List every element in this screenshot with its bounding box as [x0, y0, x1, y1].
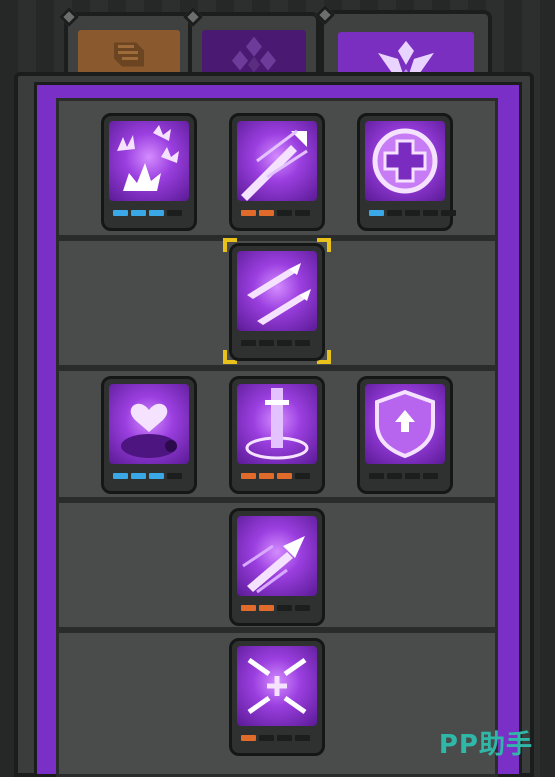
skill-level-pip-empty: [295, 473, 310, 479]
skill-level-pip-filled: [259, 473, 274, 479]
skill-card[interactable]: [101, 376, 197, 494]
skill-card[interactable]: [357, 376, 453, 494]
skill-level-pip-empty: [295, 735, 310, 741]
skill-level-pip-filled: [241, 473, 256, 479]
skill-card[interactable]: [229, 638, 325, 756]
tab-inventory[interactable]: [59, 7, 194, 80]
diamond-cluster-icon: [232, 36, 276, 73]
skill-card[interactable]: [229, 508, 325, 626]
piercing-arrow-icon: [237, 121, 317, 201]
skill-level-pip-empty: [423, 210, 438, 216]
skill-level-pips: [113, 210, 182, 216]
skill-level-pip-filled: [241, 735, 256, 741]
scroll-icon: [114, 42, 144, 67]
blade-storm-icon: [237, 646, 317, 726]
skill-level-pip-filled: [277, 473, 292, 479]
heart-boar-icon: [109, 384, 189, 464]
skill-level-pips: [369, 210, 456, 216]
skill-level-pips: [241, 605, 310, 611]
tab-gems[interactable]: [183, 7, 320, 80]
skill-level-pip-filled: [259, 210, 274, 216]
heal-cross-icon: [365, 121, 445, 201]
skill-level-pip-empty: [369, 473, 384, 479]
skill-level-pip-empty: [259, 340, 274, 346]
skill-level-pip-empty: [295, 605, 310, 611]
skill-level-pip-filled: [113, 473, 128, 479]
skill-level-pip-empty: [277, 605, 292, 611]
skill-level-pip-empty: [167, 473, 182, 479]
skill-card[interactable]: [101, 113, 197, 231]
skill-level-pip-empty: [241, 340, 256, 346]
skill-level-pip-empty: [295, 210, 310, 216]
skill-level-pip-empty: [277, 210, 292, 216]
skill-level-pip-empty: [387, 473, 402, 479]
skill-card[interactable]: [229, 113, 325, 231]
dash-strike-icon: [237, 516, 317, 596]
twin-blades-icon: [237, 251, 317, 331]
skill-level-pips: [369, 473, 438, 479]
skill-level-pip-filled: [241, 605, 256, 611]
skill-level-pip-empty: [167, 210, 182, 216]
skill-level-pip-empty: [423, 473, 438, 479]
skill-level-pip-filled: [259, 605, 274, 611]
skill-level-pips: [113, 473, 182, 479]
skill-level-pip-empty: [441, 210, 456, 216]
watermark-text: PP助手: [438, 730, 533, 760]
skill-level-pip-empty: [259, 735, 274, 741]
shield-up-icon: [365, 384, 445, 464]
skill-level-pip-empty: [277, 340, 292, 346]
skill-level-pip-empty: [405, 473, 420, 479]
skill-level-pips: [241, 340, 310, 346]
skill-card[interactable]: [357, 113, 456, 231]
skill-card-selected[interactable]: [229, 243, 325, 361]
skill-level-pip-filled: [113, 210, 128, 216]
skill-level-pip-empty: [295, 340, 310, 346]
skill-level-pips: [241, 735, 310, 741]
skill-level-pip-filled: [131, 210, 146, 216]
skill-level-pip-empty: [387, 210, 402, 216]
skill-level-pip-filled: [149, 473, 164, 479]
skill-level-pips: [241, 210, 310, 216]
skill-card[interactable]: [229, 376, 325, 494]
skill-level-pip-filled: [131, 473, 146, 479]
skill-level-pip-filled: [369, 210, 384, 216]
skill-level-pips: [241, 473, 310, 479]
skill-level-pip-empty: [405, 210, 420, 216]
burst-spikes-icon: [109, 121, 189, 201]
skill-level-pip-empty: [277, 735, 292, 741]
skill-level-pip-filled: [149, 210, 164, 216]
sword-pillar-icon: [237, 384, 317, 464]
skill-level-pip-filled: [241, 210, 256, 216]
